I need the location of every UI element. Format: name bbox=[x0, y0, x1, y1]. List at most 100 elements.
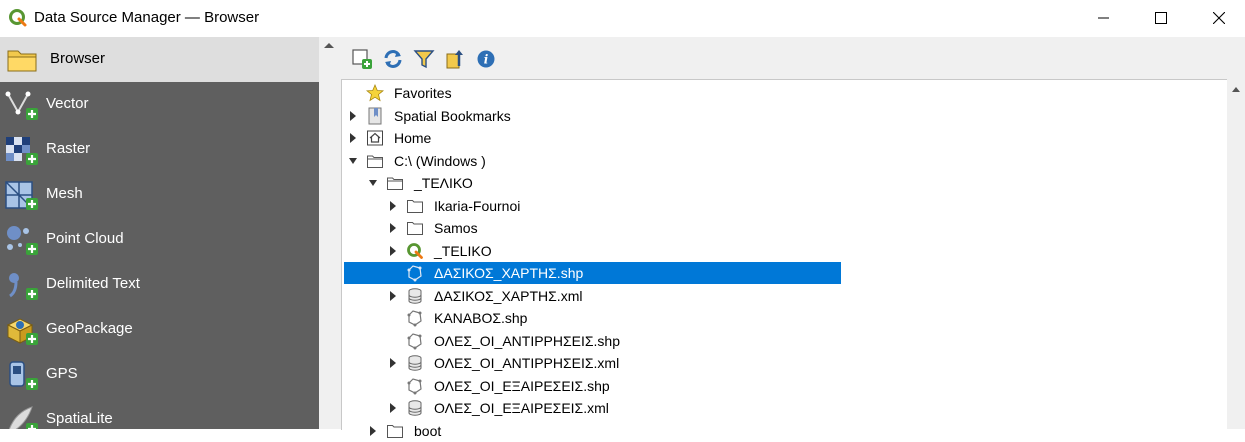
add-layer-icon[interactable] bbox=[351, 48, 373, 70]
folder-icon bbox=[407, 222, 423, 235]
maximize-button[interactable] bbox=[1138, 0, 1184, 36]
tree-item-label: boot bbox=[414, 423, 442, 439]
minimize-button[interactable] bbox=[1081, 0, 1127, 36]
tree-item-home[interactable]: Home bbox=[342, 127, 1228, 149]
tree-item-dasikos-xartis-xml[interactable]: ΔΑΣΙΚΟΣ_ΧΑΡΤΗΣ.xml bbox=[342, 285, 1228, 307]
point-cloud-add-icon bbox=[7, 226, 38, 255]
tree-item-samos[interactable]: Samos bbox=[342, 217, 1228, 239]
tree-item-label: C:\ (Windows ) bbox=[394, 153, 486, 169]
scroll-up-arrow-icon[interactable] bbox=[1231, 85, 1241, 93]
tree-item-kanavos-shp[interactable]: ΚΑΝΑΒΟΣ.shp bbox=[342, 307, 1228, 329]
database-icon bbox=[408, 400, 422, 416]
expand-arrow-icon[interactable] bbox=[348, 132, 358, 144]
bookmark-icon bbox=[368, 107, 382, 125]
folder-open-icon bbox=[387, 177, 403, 190]
tree-item-label: Ikaria-Fournoi bbox=[434, 198, 521, 214]
sidebar-item-label: Browser bbox=[50, 50, 106, 67]
tree-item-label: ΔΑΣΙΚΟΣ_ΧΑΡΤΗΣ.xml bbox=[434, 288, 583, 304]
folder-icon bbox=[387, 425, 403, 438]
tree-item-teliko-project[interactable]: _TELIKO bbox=[342, 240, 1228, 262]
vector-add-icon bbox=[5, 91, 38, 120]
sidebar-item-label: Mesh bbox=[46, 185, 83, 202]
tree-item-label: ΔΑΣΙΚΟΣ_ΧΑΡΤΗΣ.shp bbox=[434, 265, 584, 281]
drive-icon bbox=[367, 155, 383, 168]
polygon-layer-icon bbox=[407, 265, 422, 282]
sidebar-item-mesh[interactable]: Mesh bbox=[0, 172, 319, 217]
close-icon bbox=[1213, 12, 1225, 24]
tree-item-boot[interactable]: boot bbox=[342, 420, 1228, 442]
sidebar-item-label: GPS bbox=[46, 365, 78, 382]
sidebar-item-browser[interactable]: Browser bbox=[0, 37, 319, 82]
sidebar-item-delimited-text[interactable]: Delimited Text bbox=[0, 262, 319, 307]
minimize-icon bbox=[1098, 17, 1109, 19]
expand-arrow-icon[interactable] bbox=[388, 357, 398, 369]
sidebar-item-label: Raster bbox=[46, 140, 91, 157]
mesh-add-icon bbox=[5, 181, 38, 210]
info-icon[interactable]: i bbox=[475, 48, 497, 70]
collapse-all-icon[interactable] bbox=[444, 48, 466, 70]
filter-icon[interactable] bbox=[413, 48, 435, 70]
expand-arrow-icon[interactable] bbox=[388, 200, 398, 212]
tree-item-label: Favorites bbox=[394, 85, 452, 101]
tree-item-label: Home bbox=[394, 130, 432, 146]
expand-arrow-icon[interactable] bbox=[388, 290, 398, 302]
tree-item-ikaria-fournoi[interactable]: Ikaria-Fournoi bbox=[342, 195, 1228, 217]
tree-item-label: ΚΑΝΑΒΟΣ.shp bbox=[434, 310, 528, 326]
tree-item-exaireseis-xml[interactable]: ΟΛΕΣ_ΟΙ_ΕΞΑΙΡΕΣΕΙΣ.xml bbox=[342, 397, 1228, 419]
tree-item-label: ΟΛΕΣ_ΟΙ_ΕΞΑΙΡΕΣΕΙΣ.shp bbox=[434, 378, 610, 394]
title-bar: Data Source Manager — Browser bbox=[0, 0, 1245, 38]
polygon-layer-icon bbox=[407, 333, 422, 350]
sidebar-item-label: Vector bbox=[46, 95, 89, 112]
collapse-arrow-icon[interactable] bbox=[348, 155, 358, 167]
tree-item-label: ΟΛΕΣ_ΟΙ_ΑΝΤΙΡΡΗΣΕΙΣ.xml bbox=[434, 355, 620, 371]
sidebar-item-gps[interactable]: GPS bbox=[0, 352, 319, 397]
scroll-up-arrow-icon[interactable] bbox=[323, 41, 335, 49]
star-icon bbox=[366, 84, 384, 102]
browser-toolbar: i bbox=[341, 37, 1245, 79]
folder-icon bbox=[7, 50, 37, 72]
tree-item-antirriseis-shp[interactable]: ΟΛΕΣ_ΟΙ_ΑΝΤΙΡΡΗΣΕΙΣ.shp bbox=[342, 330, 1228, 352]
expand-arrow-icon[interactable] bbox=[388, 402, 398, 414]
qgis-logo-icon bbox=[9, 9, 27, 27]
tree-item-exaireseis-shp[interactable]: ΟΛΕΣ_ΟΙ_ΕΞΑΙΡΕΣΕΙΣ.shp bbox=[342, 375, 1228, 397]
expand-arrow-icon[interactable] bbox=[388, 222, 398, 234]
home-icon bbox=[367, 130, 383, 146]
expand-arrow-icon[interactable] bbox=[368, 425, 378, 437]
spatialite-add-icon bbox=[8, 406, 38, 429]
sidebar-item-spatialite[interactable]: SpatiaLite bbox=[0, 397, 319, 429]
expand-arrow-icon[interactable] bbox=[388, 245, 398, 257]
tree-item-label: ΟΛΕΣ_ΟΙ_ΕΞΑΙΡΕΣΕΙΣ.xml bbox=[434, 400, 609, 416]
geopackage-add-icon bbox=[6, 318, 38, 345]
vertical-scrollbar[interactable] bbox=[1227, 79, 1245, 429]
tree-item-dasikos-xartis-shp[interactable]: ΔΑΣΙΚΟΣ_ΧΑΡΤΗΣ.shp bbox=[342, 262, 1228, 284]
tree-item-antirriseis-xml[interactable]: ΟΛΕΣ_ΟΙ_ΑΝΤΙΡΡΗΣΕΙΣ.xml bbox=[342, 352, 1228, 374]
source-type-sidebar: Browser Vector Raster Mesh Point Cloud D… bbox=[0, 37, 319, 429]
panel-splitter[interactable] bbox=[319, 37, 341, 429]
folder-icon bbox=[407, 200, 423, 213]
sidebar-item-label: GeoPackage bbox=[46, 320, 133, 337]
sidebar-item-raster[interactable]: Raster bbox=[0, 127, 319, 172]
svg-text:i: i bbox=[484, 53, 489, 67]
tree-item-spatial-bookmarks[interactable]: Spatial Bookmarks bbox=[342, 105, 1228, 127]
tree-item-c-drive[interactable]: C:\ (Windows ) bbox=[342, 150, 1228, 172]
sidebar-item-label: SpatiaLite bbox=[46, 410, 113, 427]
polygon-layer-icon bbox=[407, 310, 422, 327]
maximize-icon bbox=[1155, 12, 1167, 24]
window-title: Data Source Manager — Browser bbox=[34, 9, 260, 26]
expand-arrow-icon[interactable] bbox=[348, 110, 358, 122]
sidebar-item-point-cloud[interactable]: Point Cloud bbox=[0, 217, 319, 262]
browser-tree: Favorites Spatial Bookmarks Home C:\ (Wi… bbox=[341, 79, 1228, 439]
collapse-arrow-icon[interactable] bbox=[368, 177, 378, 189]
sidebar-item-label: Delimited Text bbox=[46, 275, 140, 292]
delimited-text-add-icon bbox=[9, 273, 38, 300]
refresh-icon[interactable] bbox=[382, 48, 404, 70]
sidebar-item-geopackage[interactable]: GeoPackage bbox=[0, 307, 319, 352]
tree-item-label: Spatial Bookmarks bbox=[394, 108, 511, 124]
tree-item-teliko-greek[interactable]: _ΤΕΛΙΚΟ bbox=[342, 172, 1228, 194]
sidebar-item-label: Point Cloud bbox=[46, 230, 124, 247]
close-button[interactable] bbox=[1196, 0, 1242, 36]
sidebar-item-vector[interactable]: Vector bbox=[0, 82, 319, 127]
tree-item-label: _TELIKO bbox=[434, 243, 492, 259]
tree-item-label: _ΤΕΛΙΚΟ bbox=[414, 175, 473, 191]
tree-item-favorites[interactable]: Favorites bbox=[342, 82, 1228, 104]
